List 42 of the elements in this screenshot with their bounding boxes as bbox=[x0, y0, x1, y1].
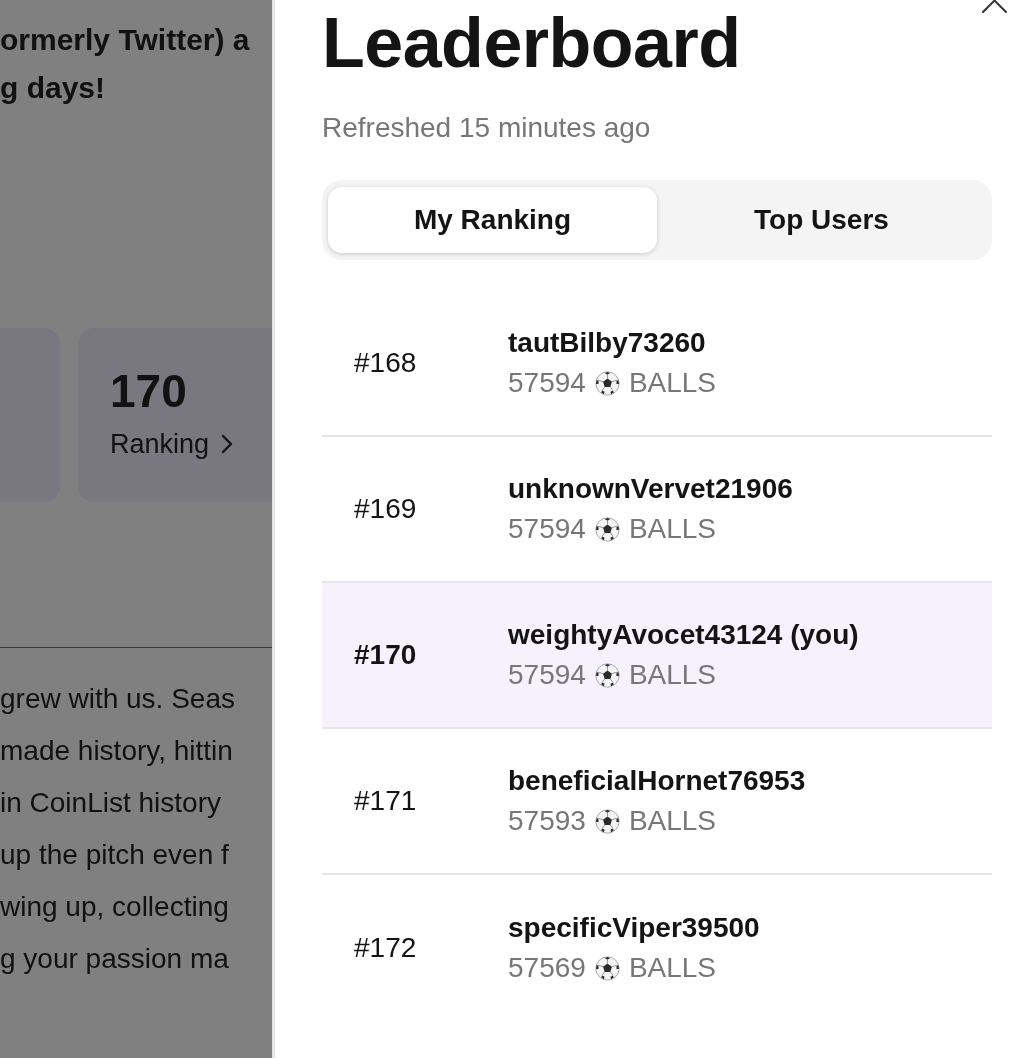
soccer-ball-icon bbox=[594, 662, 620, 688]
points-value: 57593 bbox=[508, 805, 586, 837]
soccer-ball-icon bbox=[594, 808, 620, 834]
heading-text: ormerly Twitter) a bbox=[0, 22, 250, 58]
points-value: 57594 bbox=[508, 659, 586, 691]
rank-text: #168 bbox=[354, 347, 417, 378]
rank-text: #171 bbox=[354, 785, 417, 816]
points-unit: BALLS bbox=[628, 952, 717, 984]
soccer-ball-icon bbox=[594, 955, 620, 981]
username-text: weightyAvocet43124 (you) bbox=[508, 618, 859, 652]
points-value: 57594 bbox=[508, 367, 586, 399]
points-value: 57594 bbox=[508, 513, 586, 545]
paragraph-text: up the pitch even f bbox=[0, 838, 229, 872]
ranking-value: 170 bbox=[110, 366, 187, 416]
ranking-label: Ranking bbox=[110, 428, 210, 461]
rank-text: #172 bbox=[354, 932, 417, 963]
tab[interactable]: My Ranking bbox=[328, 187, 657, 253]
points-unit: BALLS bbox=[628, 659, 717, 691]
username-text: tautBilby73260 bbox=[508, 326, 706, 360]
soccer-ball-icon bbox=[594, 516, 620, 542]
paragraph-text: grew with us. Seas bbox=[0, 682, 235, 716]
rank-text: #169 bbox=[354, 493, 417, 524]
drawer-title: Leaderboard bbox=[322, 8, 741, 78]
soccer-ball-icon bbox=[594, 370, 620, 396]
close-icon[interactable] bbox=[982, 0, 1008, 14]
points-unit: BALLS bbox=[628, 513, 717, 545]
username-text: specificViper39500 bbox=[508, 911, 760, 945]
paragraph-text: made history, hittin bbox=[0, 734, 233, 768]
tab[interactable]: Top Users bbox=[657, 187, 986, 253]
ranking-card[interactable]: 170 Ranking bbox=[78, 328, 272, 502]
paragraph-text: wing up, collecting bbox=[0, 890, 229, 924]
refreshed-text: Refreshed 15 minutes ago bbox=[322, 111, 651, 145]
points-unit: BALLS bbox=[628, 367, 717, 399]
heading-text: g days! bbox=[0, 70, 106, 106]
paragraph-text: g your passion ma bbox=[0, 942, 229, 976]
rank-text: #170 bbox=[354, 639, 417, 670]
username-text: unknownVervet21906 bbox=[508, 472, 793, 506]
username-text: beneficialHornet76953 bbox=[508, 764, 806, 798]
points-value: 57569 bbox=[508, 952, 586, 984]
points-unit: BALLS bbox=[628, 805, 717, 837]
chevron-icon bbox=[221, 434, 234, 454]
paragraph-text: in CoinList history bbox=[0, 786, 221, 820]
